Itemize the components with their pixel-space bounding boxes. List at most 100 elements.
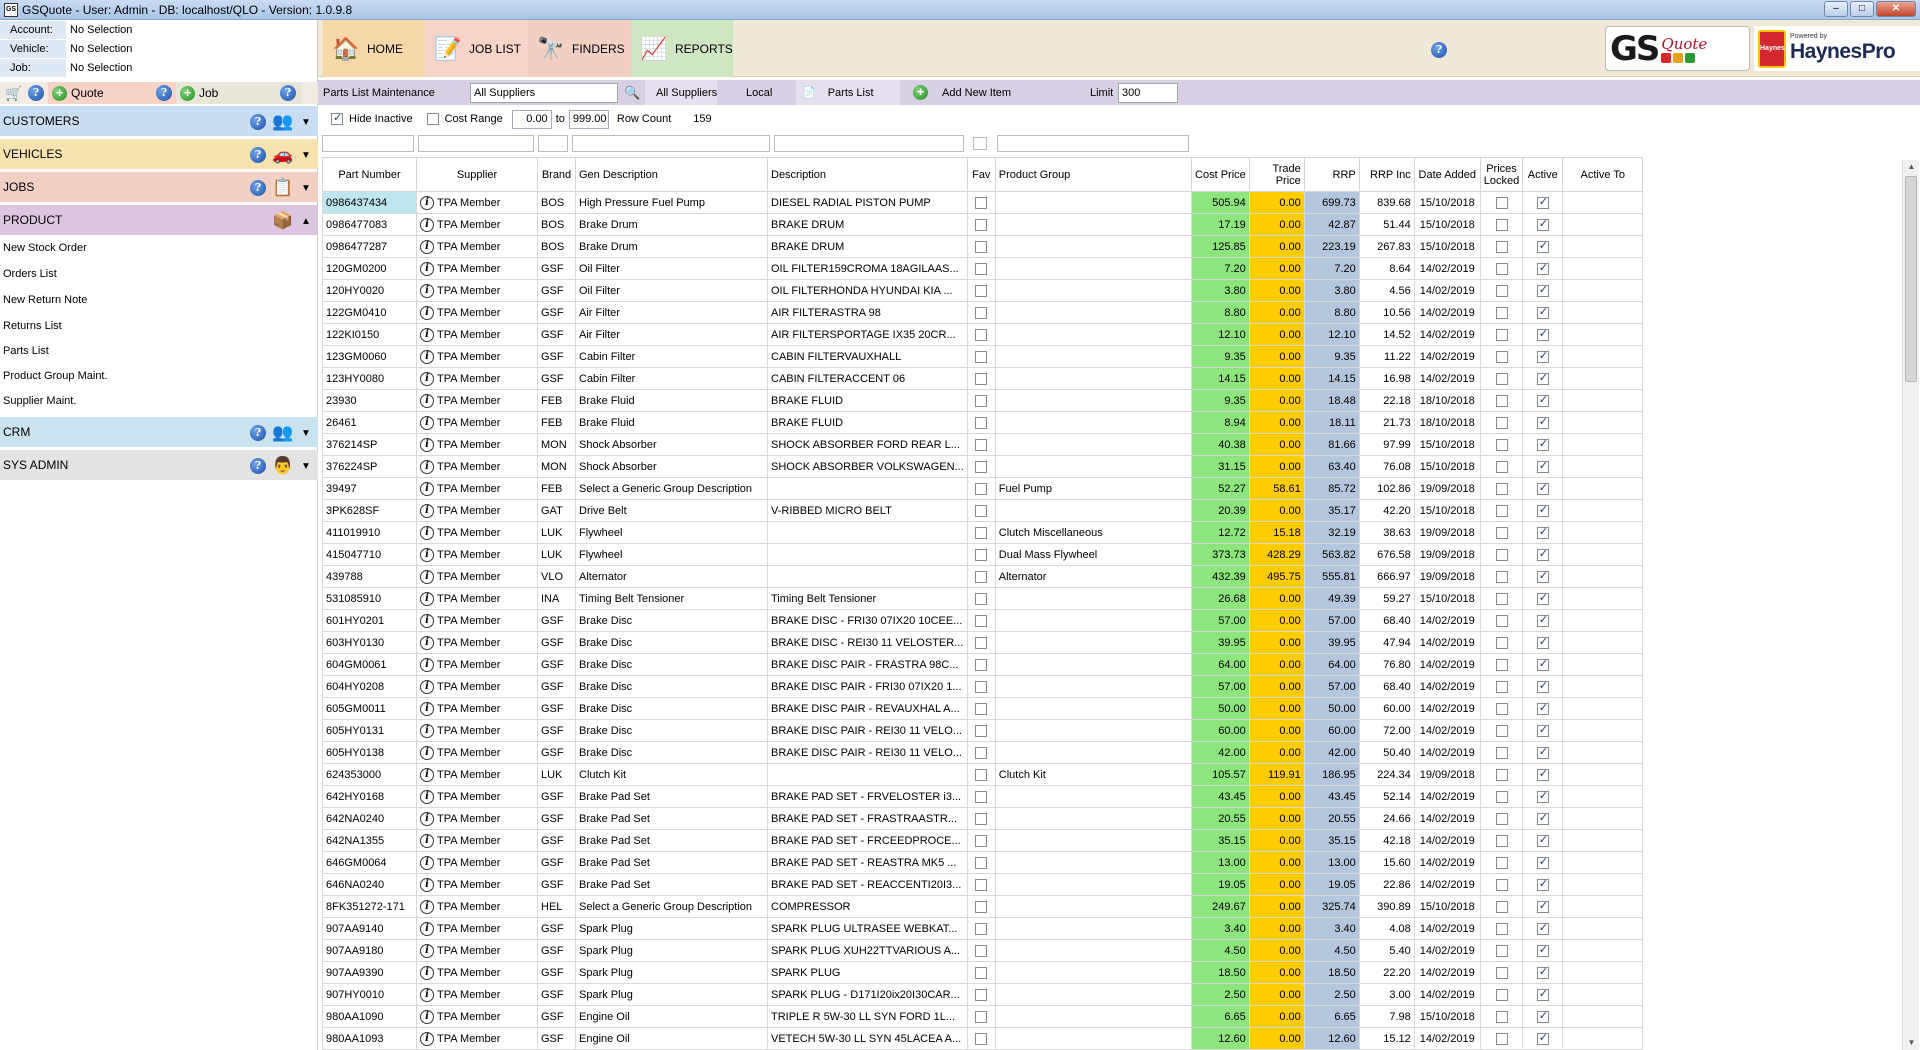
fav-cell[interactable]	[966, 609, 996, 632]
date-added-cell[interactable]: 14/02/2019	[1413, 807, 1481, 830]
product-group-cell[interactable]	[994, 301, 1192, 324]
col-date-added[interactable]: Date Added	[1413, 157, 1481, 192]
filter-product-group[interactable]	[997, 135, 1189, 152]
description-cell[interactable]: Timing Belt Tensioner	[767, 587, 968, 610]
filter-supplier[interactable]	[418, 135, 534, 152]
part-number-cell[interactable]: 605HY0131	[322, 719, 417, 742]
rrp-inc-cell[interactable]: 60.00	[1358, 697, 1415, 720]
gen-description-cell[interactable]: Flywheel	[575, 521, 768, 544]
prices-locked-checkbox[interactable]	[1495, 768, 1508, 781]
active-cell[interactable]	[1522, 697, 1564, 720]
description-cell[interactable]	[767, 521, 968, 544]
prices-locked-checkbox[interactable]	[1495, 856, 1508, 869]
date-added-cell[interactable]: 14/02/2019	[1413, 719, 1481, 742]
table-row[interactable]: 415047710 i TPA Member LUK Flywheel Dual Mass…	[322, 543, 1644, 566]
active-checkbox[interactable]	[1536, 415, 1549, 429]
product-group-cell[interactable]	[994, 675, 1192, 698]
table-row[interactable]: 605GM0011 i TPA Member GSF Brake Disc BRAKE D…	[322, 697, 1644, 720]
prices-locked-checkbox[interactable]	[1495, 966, 1508, 979]
trade-price-cell[interactable]: 0.00	[1248, 983, 1305, 1006]
supplier-cell[interactable]: i TPA Member	[416, 213, 538, 236]
cost-price-cell[interactable]: 6.65	[1190, 1005, 1250, 1028]
prices-locked-cell[interactable]	[1479, 191, 1524, 214]
rrp-cell[interactable]: 12.60	[1303, 1027, 1360, 1050]
trade-price-cell[interactable]: 0.00	[1248, 213, 1305, 236]
fav-checkbox[interactable]	[975, 394, 988, 407]
part-number-cell[interactable]: 604HY0208	[322, 675, 417, 698]
fav-cell[interactable]	[966, 367, 996, 390]
prices-locked-cell[interactable]	[1479, 983, 1524, 1006]
active-cell[interactable]	[1522, 235, 1564, 258]
fav-cell[interactable]	[966, 345, 996, 368]
supplier-cell[interactable]: i TPA Member	[416, 411, 538, 434]
fav-checkbox[interactable]	[975, 1010, 988, 1023]
prices-locked-cell[interactable]	[1479, 455, 1524, 478]
description-cell[interactable]: AIR FILTERSPORTAGE IX35 20CR...	[767, 323, 968, 346]
brand-cell[interactable]: GSF	[537, 345, 576, 368]
cost-price-cell[interactable]: 19.05	[1190, 873, 1250, 896]
gen-description-cell[interactable]: Brake Pad Set	[575, 851, 768, 874]
rrp-inc-cell[interactable]: 24.66	[1358, 807, 1415, 830]
col-active-to[interactable]: Active To	[1562, 157, 1644, 192]
fav-cell[interactable]	[966, 763, 996, 786]
trade-price-cell[interactable]: 0.00	[1248, 235, 1305, 258]
prices-locked-cell[interactable]	[1479, 521, 1524, 544]
product-group-cell[interactable]	[994, 323, 1192, 346]
gen-description-cell[interactable]: Brake Disc	[575, 697, 768, 720]
fav-cell[interactable]	[966, 433, 996, 456]
active-cell[interactable]	[1522, 961, 1564, 984]
part-number-cell[interactable]: 0986477287	[322, 235, 417, 258]
info-icon[interactable]: i	[420, 547, 434, 562]
gen-description-cell[interactable]: Brake Disc	[575, 675, 768, 698]
description-cell[interactable]: AIR FILTERASTRA 98	[767, 301, 968, 324]
gen-description-cell[interactable]: Brake Pad Set	[575, 807, 768, 830]
table-row[interactable]: 605HY0131 i TPA Member GSF Brake Disc BRAKE D…	[322, 719, 1644, 742]
active-to-cell[interactable]	[1562, 499, 1644, 522]
active-checkbox[interactable]	[1536, 657, 1549, 671]
prices-locked-checkbox[interactable]	[1495, 812, 1508, 825]
trade-price-cell[interactable]: 0.00	[1248, 917, 1305, 940]
fav-checkbox[interactable]	[975, 592, 988, 605]
active-checkbox[interactable]	[1536, 921, 1549, 935]
part-number-cell[interactable]: 123GM0060	[322, 345, 417, 368]
part-number-cell[interactable]: 26461	[322, 411, 417, 434]
description-cell[interactable]: OIL FILTERHONDA HYUNDAI KIA ...	[767, 279, 968, 302]
supplier-select[interactable]: All Suppliers	[470, 82, 618, 103]
active-checkbox[interactable]	[1536, 525, 1549, 539]
cost-price-cell[interactable]: 2.50	[1190, 983, 1250, 1006]
info-icon[interactable]: i	[420, 415, 434, 430]
product-group-cell[interactable]	[994, 983, 1192, 1006]
fav-checkbox[interactable]	[975, 878, 988, 891]
table-row[interactable]: 411019910 i TPA Member LUK Flywheel Clutch Mi…	[322, 521, 1644, 544]
part-number-cell[interactable]: 907AA9180	[322, 939, 417, 962]
active-checkbox[interactable]	[1536, 965, 1549, 979]
rrp-inc-cell[interactable]: 390.89	[1358, 895, 1415, 918]
prices-locked-cell[interactable]	[1479, 895, 1524, 918]
fav-checkbox[interactable]	[975, 746, 988, 759]
prices-locked-cell[interactable]	[1479, 851, 1524, 874]
cost-price-cell[interactable]: 12.10	[1190, 323, 1250, 346]
info-icon[interactable]: i	[420, 833, 434, 848]
product-group-cell[interactable]	[994, 631, 1192, 654]
prices-locked-checkbox[interactable]	[1495, 416, 1508, 429]
trade-price-cell[interactable]: 0.00	[1248, 719, 1305, 742]
cost-price-cell[interactable]: 18.50	[1190, 961, 1250, 984]
date-added-cell[interactable]: 14/02/2019	[1413, 609, 1481, 632]
chevron-down-icon[interactable]: ▼	[300, 461, 312, 472]
fav-checkbox[interactable]	[975, 262, 988, 275]
table-row[interactable]: 601HY0201 i TPA Member GSF Brake Disc BRAKE D…	[322, 609, 1644, 632]
part-number-cell[interactable]: 122GM0410	[322, 301, 417, 324]
prices-locked-cell[interactable]	[1479, 719, 1524, 742]
fav-cell[interactable]	[966, 785, 996, 808]
fav-cell[interactable]	[966, 653, 996, 676]
rrp-inc-cell[interactable]: 4.56	[1358, 279, 1415, 302]
trade-price-cell[interactable]: 0.00	[1248, 301, 1305, 324]
description-cell[interactable]: BRAKE PAD SET - REACCENTI20I3...	[767, 873, 968, 896]
info-icon[interactable]: i	[420, 371, 434, 386]
info-icon[interactable]: i	[420, 701, 434, 716]
cost-price-cell[interactable]: 373.73	[1190, 543, 1250, 566]
prices-locked-cell[interactable]	[1479, 763, 1524, 786]
active-to-cell[interactable]	[1562, 609, 1644, 632]
gen-description-cell[interactable]: Brake Fluid	[575, 389, 768, 412]
rrp-cell[interactable]: 4.50	[1303, 939, 1360, 962]
